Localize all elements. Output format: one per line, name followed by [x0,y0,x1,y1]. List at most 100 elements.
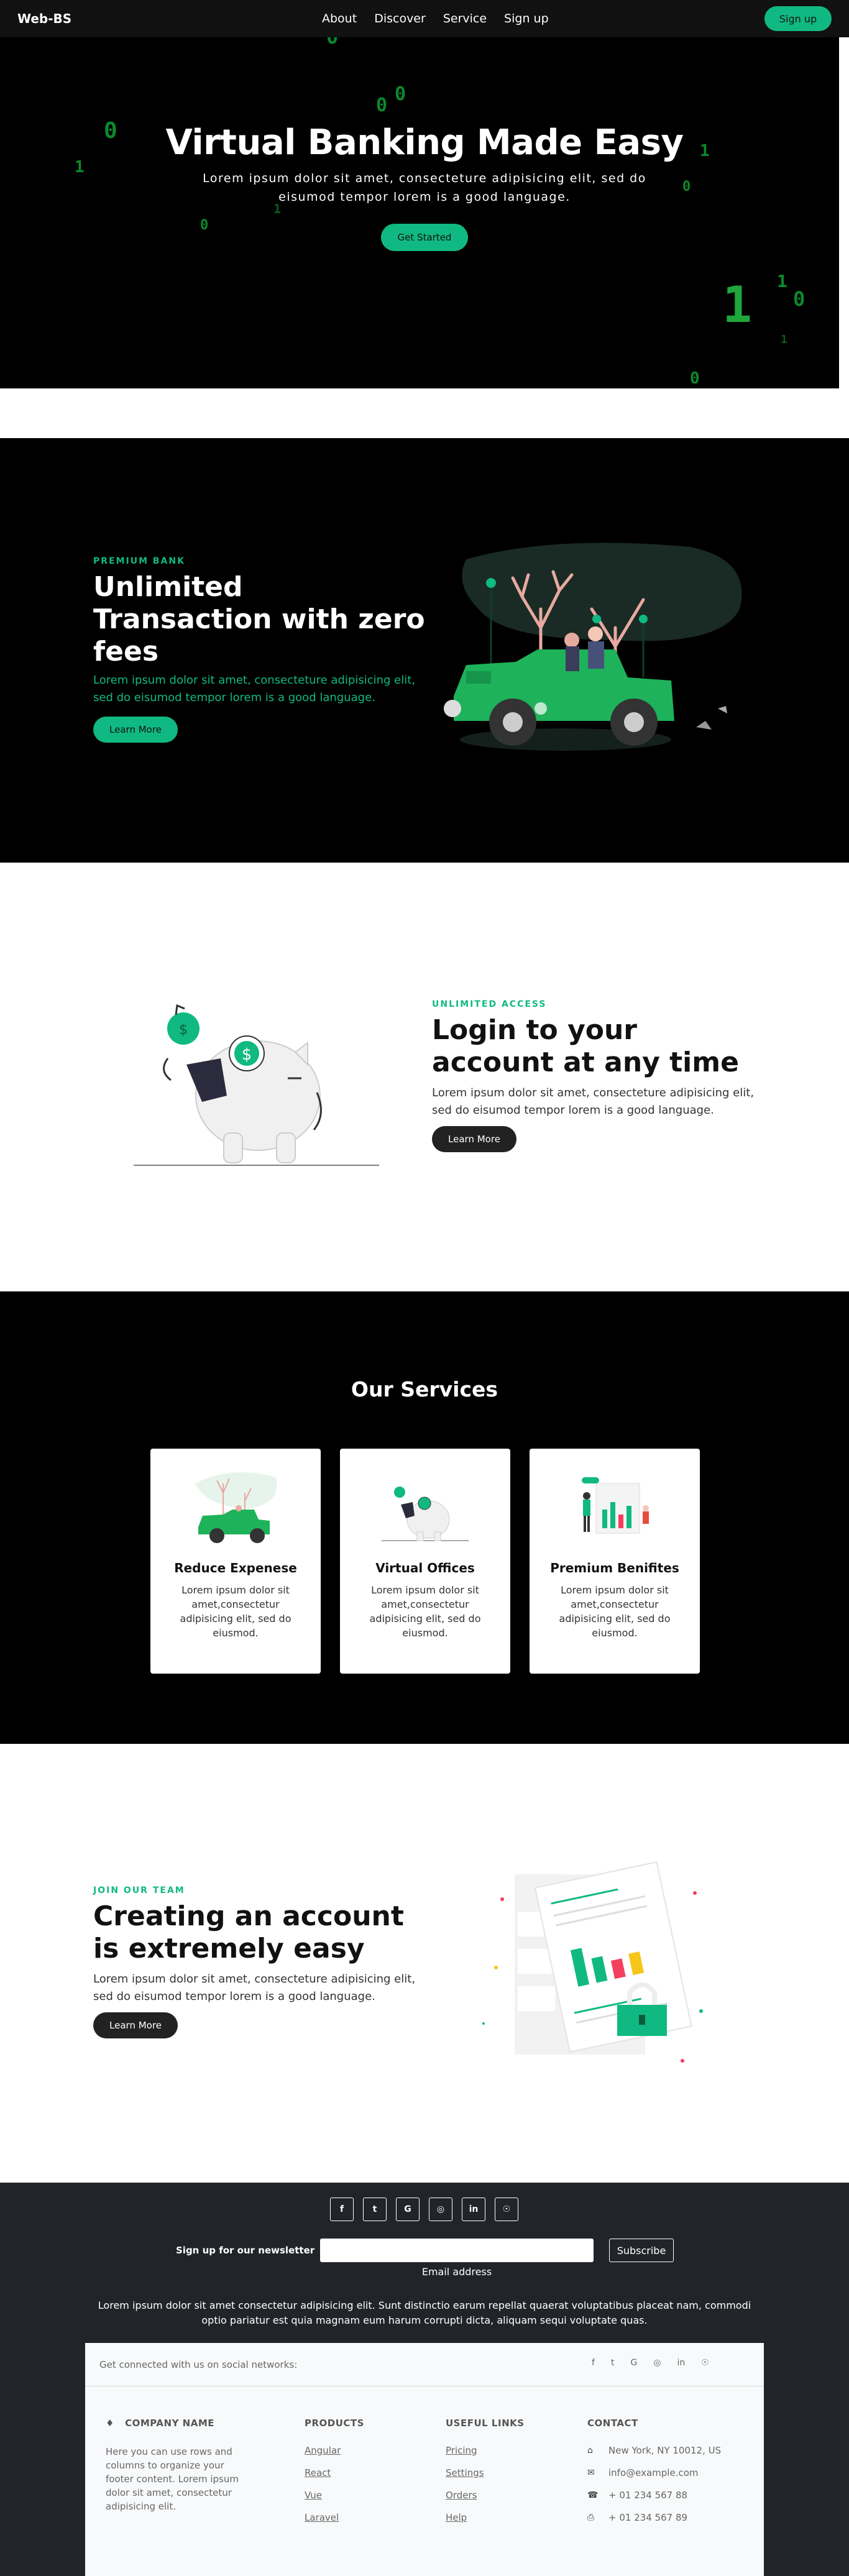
svg-text:$: $ [242,1045,252,1064]
product-link-laravel[interactable]: Laravel [305,2512,364,2523]
nav-links: About Discover Service Sign up [322,12,549,25]
print-icon: ⎙ [587,2513,595,2523]
piggy-bank-illustration: $ $ [134,1004,379,1166]
social-buttons: f t G ◎ in ☉ [330,2198,518,2221]
link-settings[interactable]: Settings [446,2467,525,2478]
matrix-digit: 0 [682,179,691,195]
matrix-digit: 0 [793,287,805,311]
service-card: Reduce Expenese Lorem ipsum dolor sit am… [150,1449,321,1674]
piggy-bank-thumbnail-icon [382,1487,469,1541]
github-icon[interactable]: ☉ [495,2198,518,2221]
email-input[interactable] [320,2239,594,2262]
section-text: Lorem ipsum dolor sit amet, consecteture… [93,1973,416,2003]
matrix-digit: 1 [777,271,787,291]
service-card-text: Lorem ipsum dolor sit amet,consectetur a… [369,1584,481,1639]
instagram-icon[interactable]: ◎ [429,2198,452,2221]
unlimited-transaction-section: PREMIUM BANK Unlimited Transaction with … [0,438,849,863]
useful-links-title: USEFUL LINKS [446,2418,525,2429]
link-help[interactable]: Help [446,2512,525,2523]
jeep-thumbnail-icon [195,1472,277,1543]
product-link-angular[interactable]: Angular [305,2445,364,2456]
products-column: PRODUCTS Angular React Vue Laravel [305,2418,364,2534]
instagram-icon[interactable]: ◎ [653,2358,661,2368]
section-title: Creating an account is extremely easy [93,1900,404,1964]
linkedin-icon[interactable]: in [462,2198,485,2221]
twitter-icon[interactable]: t [363,2198,387,2221]
company-text: Here you can use rows and columns to org… [106,2446,239,2512]
learn-more-button[interactable]: Learn More [93,717,178,743]
footer: f t G ◎ in ☉ Sign up for our newsletter … [0,2183,849,2576]
nav-link-discover[interactable]: Discover [374,12,426,25]
social-connect-bar: Get connected with us on social networks… [85,2343,764,2386]
service-card-text: Lorem ipsum dolor sit amet,consectetur a… [180,1584,291,1639]
product-link-vue[interactable]: Vue [305,2490,364,2501]
company-column: ♦ COMPANY NAME Here you can use rows and… [106,2418,255,2513]
matrix-digit: 1 [781,333,787,346]
address-text: New York, NY 10012, US [608,2445,722,2456]
service-card: Premium Benifites Lorem ipsum dolor sit … [530,1449,700,1674]
google-icon[interactable]: G [396,2198,420,2221]
company-title: COMPANY NAME [125,2418,215,2429]
get-started-button[interactable]: Get Started [381,224,468,251]
service-card: Virtual Offices Lorem ipsum dolor sit am… [340,1449,510,1674]
services-title: Our Services [351,1377,498,1401]
subscribe-button[interactable]: Subscribe [609,2239,674,2262]
contact-phone: ☎ + 01 234 567 88 [587,2490,721,2501]
social-icons: f t G ◎ in ☉ [592,2358,709,2368]
section-text: Lorem ipsum dolor sit amet, consecteture… [93,674,416,704]
learn-more-button[interactable]: Learn More [93,2012,178,2038]
twitter-icon[interactable]: t [611,2358,615,2368]
signup-button[interactable]: Sign up [764,6,832,31]
contact-fax: ⎙ + 01 234 567 89 [587,2512,721,2523]
connect-label: Get connected with us on social networks… [99,2359,298,2370]
analytics-thumbnail-icon [582,1477,649,1534]
nav-link-service[interactable]: Service [443,12,487,25]
linkedin-icon[interactable]: in [677,2358,686,2368]
contact-email: ✉ info@example.com [587,2467,721,2478]
brand-logo[interactable]: Web-BS [17,11,71,26]
contact-column: CONTACT ⌂ New York, NY 10012, US ✉ info@ex… [587,2418,721,2534]
hero-subtitle: Lorem ipsum dolor sit amet, consecteture… [203,172,646,204]
section-eyebrow: PREMIUM BANK [93,556,185,566]
documents-illustration [482,1861,703,2063]
phone-icon: ☎ [587,2490,599,2500]
service-card-title: Premium Benifites [550,1561,679,1575]
hero-title: Virtual Banking Made Easy [165,122,684,163]
services-section: Our Services Reduce Expenese Lorem ipsum… [0,1291,849,1744]
matrix-digit: 0 [395,83,406,105]
jeep-illustration [444,543,742,751]
gem-icon: ♦ [106,2418,114,2429]
company-heading: ♦ COMPANY NAME [106,2418,255,2429]
create-account-section: JOIN OUR TEAM Creating an account is ext… [0,1744,849,2183]
learn-more-button[interactable]: Learn More [432,1126,516,1152]
section-text: Lorem ipsum dolor sit amet, consecteture… [432,1086,755,1117]
newsletter-label: Sign up for our newsletter [176,2245,315,2256]
contact-address: ⌂ New York, NY 10012, US [587,2445,721,2456]
service-card-text: Lorem ipsum dolor sit amet,consectetur a… [559,1584,671,1639]
nav-link-about[interactable]: About [322,12,357,25]
section-eyebrow: JOIN OUR TEAM [93,1886,185,1895]
nav-link-sign-up[interactable]: Sign up [504,12,549,25]
footer-panel: Get connected with us on social networks… [85,2343,764,2576]
service-card-title: Reduce Expenese [174,1561,297,1575]
github-icon[interactable]: ☉ [701,2358,709,2368]
phone-text: + 01 234 567 88 [608,2490,688,2501]
login-section: $ $ UNLIMITED ACCESS Login to your accou… [0,863,849,1291]
email-text: info@example.com [608,2467,699,2478]
service-card-title: Virtual Offices [375,1561,475,1575]
hero-section: 0 0 0 0 1 0 1 0 1 1 0 0 1 1 Virtual Bank… [0,0,839,388]
matrix-digit: 0 [690,369,700,388]
products-title: PRODUCTS [305,2418,364,2429]
matrix-digit: 0 [376,94,388,116]
google-icon[interactable]: G [630,2358,637,2368]
contact-title: CONTACT [587,2418,638,2429]
section-eyebrow: UNLIMITED ACCESS [432,999,547,1009]
product-link-react[interactable]: React [305,2467,364,2478]
facebook-icon[interactable]: f [592,2358,595,2368]
link-pricing[interactable]: Pricing [446,2445,525,2456]
facebook-icon[interactable]: f [330,2198,354,2221]
link-orders[interactable]: Orders [446,2490,525,2501]
email-label: Email address [421,2266,492,2278]
navbar: Web-BS About Discover Service Sign up Si… [0,0,849,37]
useful-links-column: USEFUL LINKS Pricing Settings Orders Hel… [446,2418,525,2534]
